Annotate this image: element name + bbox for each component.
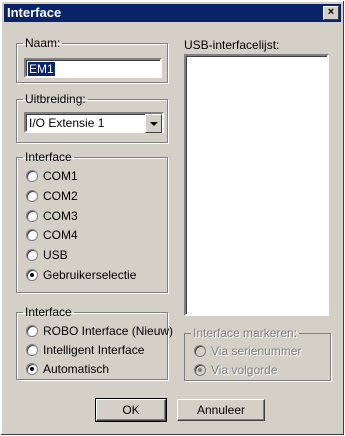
radio-button-icon[interactable]	[26, 189, 38, 202]
interface-port-radio-label: COM2	[43, 188, 78, 203]
usb-list-label: USB-interfacelijst:	[184, 38, 280, 52]
uitbreiding-selected: I/O Extensie 1	[29, 116, 105, 130]
radio-button-icon[interactable]	[26, 363, 38, 375]
uitbreiding-label: Uitbreiding:	[25, 92, 86, 106]
interface-port-radio-label: Gebruikerselectie	[43, 268, 137, 282]
window-title: Interface	[7, 5, 62, 20]
interface-markeren-radio-label: Via serienummer	[211, 344, 302, 358]
cancel-button[interactable]: Annuleer	[177, 399, 265, 421]
ok-button[interactable]: OK	[95, 398, 167, 422]
interface-port-radio-label: COM3	[43, 208, 78, 223]
radio-button-icon[interactable]	[26, 269, 38, 281]
interface-type-options: ROBO Interface (Nieuw) Intelligent Interf…	[16, 306, 173, 378]
naam-input[interactable]: EM1	[24, 58, 162, 78]
naam-value: EM1	[28, 62, 55, 76]
interface-ports-options: COM1 COM2 COM3 COM4 USB Gebruikerselectie	[16, 151, 166, 291]
naam-label: Naam:	[25, 36, 61, 50]
interface-port-radio-label: COM4	[43, 228, 78, 243]
close-icon[interactable]: ×	[323, 6, 339, 20]
interface-type-radio-label: Automatisch	[43, 362, 110, 376]
radio-button-icon[interactable]	[26, 344, 38, 356]
title-bar[interactable]: Interface ×	[4, 4, 341, 22]
uitbreiding-dropdown[interactable]: I/O Extensie 1	[24, 112, 164, 133]
interface-type-radio-label: ROBO Interface (Nieuw)	[43, 324, 174, 338]
radio-button-icon[interactable]	[26, 170, 38, 182]
interface-port-radio-label: USB	[43, 248, 68, 263]
interface-port-radio-label: COM1	[43, 169, 78, 183]
dialog-window: Interface × Naam: EM1 Uitbreiding: I/O E…	[0, 0, 345, 436]
radio-button-icon[interactable]	[26, 209, 38, 222]
radio-button-icon	[194, 345, 206, 357]
interface-markeren-options: Via serienummer Via volgorde	[184, 327, 329, 379]
radio-button-icon	[194, 364, 206, 376]
interface-markeren-radio-label: Via volgorde	[211, 363, 278, 377]
radio-button-icon[interactable]	[26, 325, 38, 337]
radio-button-icon[interactable]	[26, 249, 38, 262]
interface-type-radio-label: Intelligent Interface	[43, 343, 145, 357]
chevron-down-icon[interactable]	[145, 114, 162, 133]
usb-interface-list[interactable]	[184, 54, 329, 316]
radio-button-icon[interactable]	[26, 229, 38, 242]
